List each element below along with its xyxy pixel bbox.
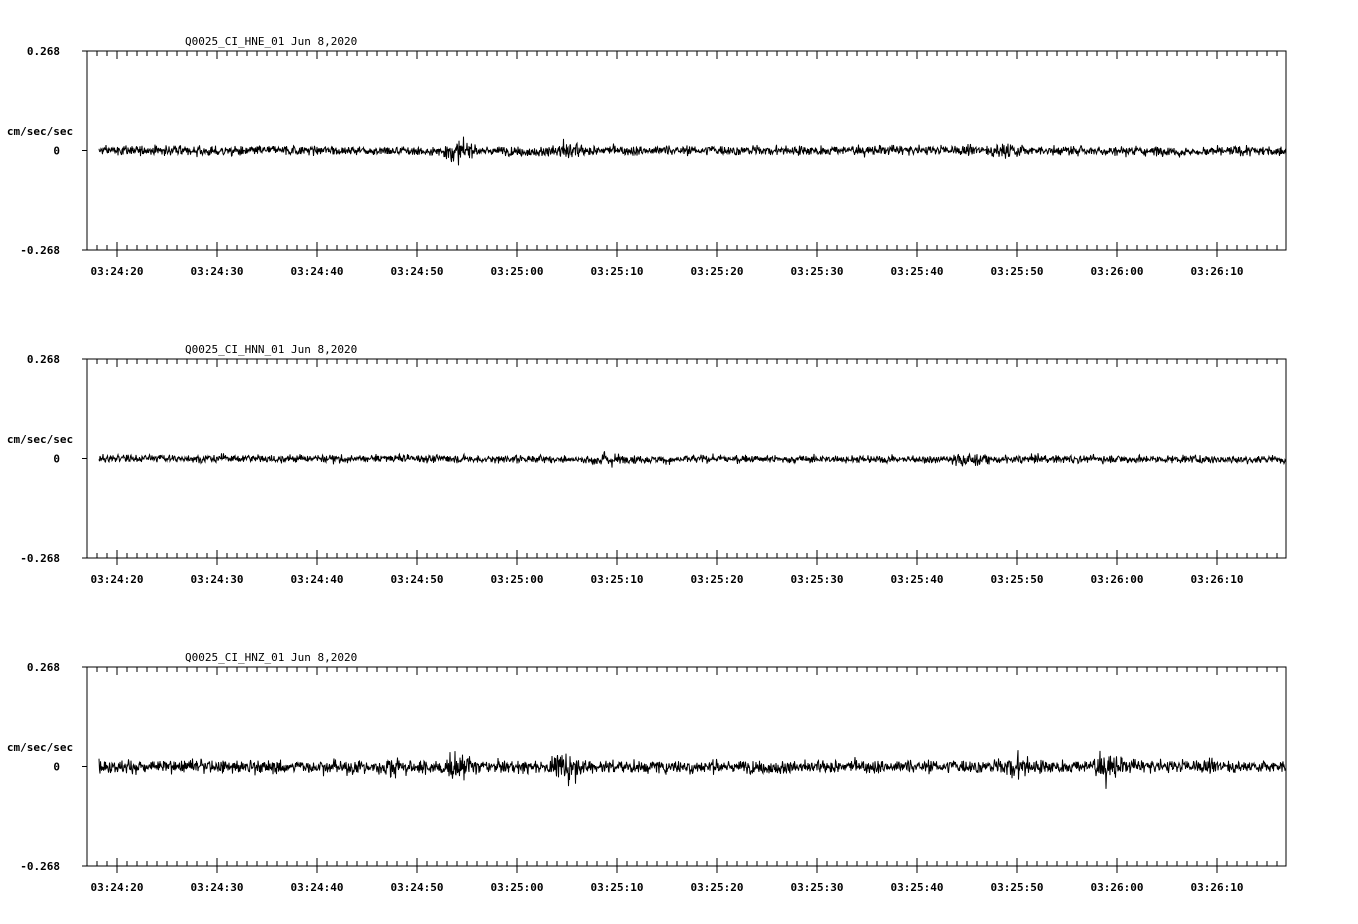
x-tick-label: 03:25:40: [891, 881, 944, 894]
x-tick-label: 03:24:20: [91, 265, 144, 278]
waveform-series: [98, 750, 1287, 789]
x-tick-label: 03:25:20: [691, 265, 744, 278]
x-tick-label: 03:25:50: [991, 881, 1044, 894]
x-tick-label: 03:25:50: [991, 573, 1044, 586]
x-tick-label: 03:26:10: [1191, 881, 1244, 894]
x-tick-label: 03:25:10: [591, 265, 644, 278]
panel-3: Q0025_CI_HNZ_01 Jun 8,2020 0.268 0 -0.268 cm…: [7, 651, 1287, 894]
x-tick-label: 03:26:10: [1191, 265, 1244, 278]
y-tick-label: -0.268: [20, 860, 60, 873]
y-axis-label: cm/sec/sec: [7, 741, 73, 754]
seismogram-figure: Q0025_CI_HNE_01 Jun 8,2020 0.268 0 -0.268 cm…: [7, 35, 1287, 894]
y-tick-label: 0.268: [27, 661, 60, 674]
plot-frame: [86, 358, 1287, 559]
chart-title: Q0025_CI_HNE_01 Jun 8,2020: [185, 35, 357, 48]
waveform-series: [98, 451, 1287, 468]
y-tick-label: -0.268: [20, 244, 60, 257]
panel-1: Q0025_CI_HNE_01 Jun 8,2020 0.268 0 -0.268 cm…: [7, 35, 1287, 278]
y-tick-label: 0.268: [27, 45, 60, 58]
y-tick-label: 0: [53, 145, 60, 158]
x-tick-label: 03:24:50: [391, 265, 444, 278]
y-tick-label: 0.268: [27, 353, 60, 366]
x-tick-label: 03:26:00: [1091, 573, 1144, 586]
x-tick-label: 03:24:30: [191, 573, 244, 586]
x-tick-label: 03:25:40: [891, 573, 944, 586]
x-tick-label: 03:25:10: [591, 573, 644, 586]
x-tick-label: 03:25:10: [591, 881, 644, 894]
x-tick-label: 03:24:20: [91, 573, 144, 586]
chart-title: Q0025_CI_HNN_01 Jun 8,2020: [185, 343, 357, 356]
x-tick-label: 03:26:10: [1191, 573, 1244, 586]
x-tick-label: 03:25:20: [691, 881, 744, 894]
y-tick-label: 0: [53, 453, 60, 466]
y-tick-label: -0.268: [20, 552, 60, 565]
x-tick-label: 03:24:40: [291, 881, 344, 894]
x-tick-label: 03:24:20: [91, 881, 144, 894]
y-tick-label: 0: [53, 761, 60, 774]
x-tick-label: 03:25:30: [791, 573, 844, 586]
x-tick-label: 03:24:40: [291, 573, 344, 586]
waveform-series: [98, 136, 1287, 166]
x-tick-label: 03:26:00: [1091, 265, 1144, 278]
x-tick-label: 03:24:30: [191, 881, 244, 894]
x-tick-label: 03:25:50: [991, 265, 1044, 278]
panel-2: Q0025_CI_HNN_01 Jun 8,2020 0.268 0 -0.268 cm…: [7, 343, 1287, 586]
x-tick-label: 03:25:30: [791, 881, 844, 894]
x-tick-label: 03:24:50: [391, 573, 444, 586]
x-tick-label: 03:25:40: [891, 265, 944, 278]
x-tick-label: 03:25:00: [491, 265, 544, 278]
x-tick-label: 03:24:30: [191, 265, 244, 278]
x-tick-label: 03:26:00: [1091, 881, 1144, 894]
x-tick-label: 03:25:00: [491, 573, 544, 586]
chart-title: Q0025_CI_HNZ_01 Jun 8,2020: [185, 651, 357, 664]
x-tick-label: 03:25:00: [491, 881, 544, 894]
y-axis-label: cm/sec/sec: [7, 433, 73, 446]
x-tick-label: 03:25:20: [691, 573, 744, 586]
x-tick-label: 03:24:50: [391, 881, 444, 894]
x-tick-label: 03:25:30: [791, 265, 844, 278]
y-axis-label: cm/sec/sec: [7, 125, 73, 138]
x-tick-label: 03:24:40: [291, 265, 344, 278]
